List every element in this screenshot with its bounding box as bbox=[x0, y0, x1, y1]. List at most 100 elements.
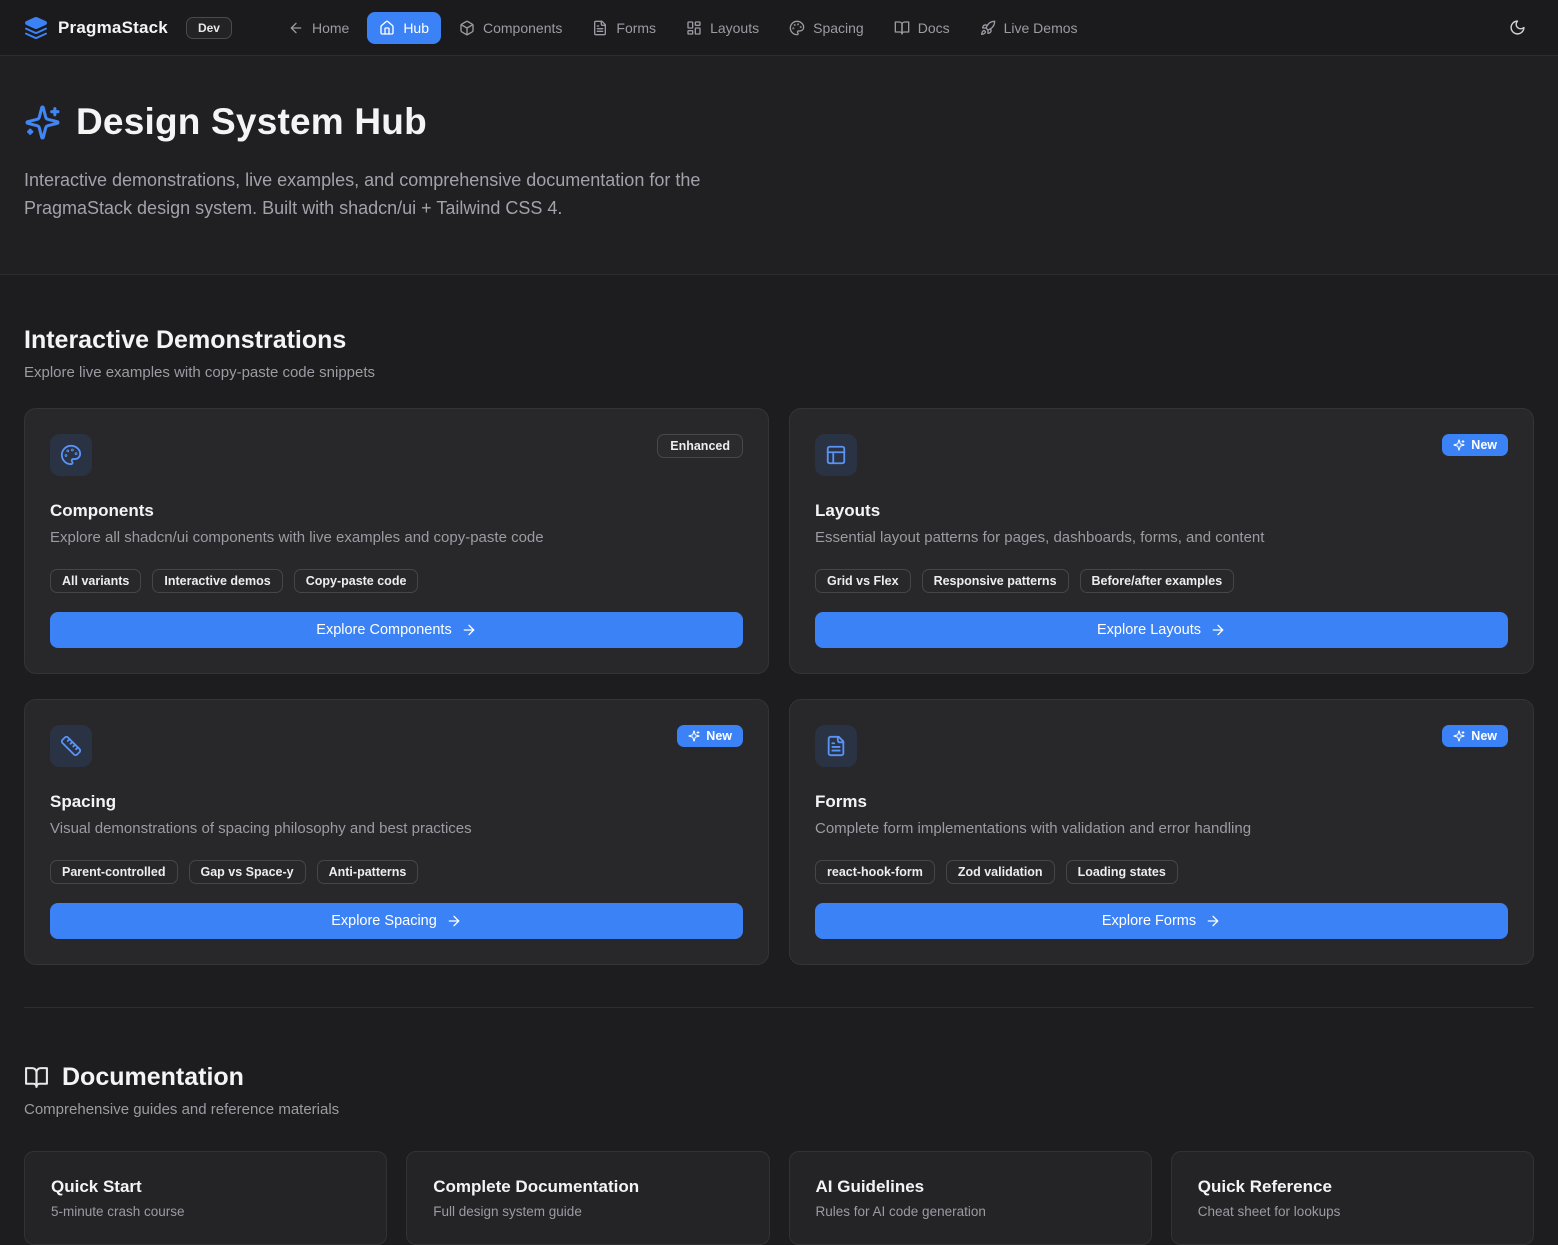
docs-card-grid: Quick Start 5-minute crash course Comple… bbox=[24, 1151, 1534, 1245]
nav-item-components[interactable]: Components bbox=[447, 12, 574, 44]
nav-item-label: Docs bbox=[918, 20, 950, 36]
nav-item-forms[interactable]: Forms bbox=[580, 12, 668, 44]
nav-item-home[interactable]: Home bbox=[276, 12, 361, 44]
docs-heading: Documentation bbox=[62, 1063, 244, 1092]
nav-item-spacing[interactable]: Spacing bbox=[777, 12, 876, 44]
card-title: Components bbox=[50, 501, 743, 521]
demo-card-spacing: New Spacing Visual demonstrations of spa… bbox=[24, 699, 769, 965]
doc-card-title: AI Guidelines bbox=[816, 1177, 1125, 1197]
card-description: Essential layout patterns for pages, das… bbox=[815, 529, 1508, 546]
sparkles-icon bbox=[1453, 730, 1465, 742]
palette-icon bbox=[60, 444, 82, 466]
components-card-icon-tile bbox=[50, 434, 92, 476]
nav-item-hub[interactable]: Hub bbox=[367, 12, 441, 44]
nav-item-label: Hub bbox=[403, 20, 429, 36]
card-description: Complete form implementations with valid… bbox=[815, 820, 1508, 837]
nav-item-label: Layouts bbox=[710, 20, 759, 36]
enhanced-badge: Enhanced bbox=[657, 434, 743, 458]
demo-card-forms: New Forms Complete form implementations … bbox=[789, 699, 1534, 965]
card-title: Spacing bbox=[50, 792, 743, 812]
arrow-right-icon bbox=[1210, 622, 1226, 638]
layers-logo-icon bbox=[24, 16, 48, 40]
tag: Before/after examples bbox=[1080, 569, 1235, 593]
button-label: Explore Forms bbox=[1102, 913, 1196, 929]
demos-section: Interactive Demonstrations Explore live … bbox=[24, 275, 1534, 965]
card-title: Layouts bbox=[815, 501, 1508, 521]
button-label: Explore Layouts bbox=[1097, 622, 1201, 638]
demo-card-grid: Enhanced Components Explore all shadcn/u… bbox=[24, 408, 1534, 965]
env-badge: Dev bbox=[186, 17, 232, 39]
new-badge: New bbox=[677, 725, 743, 747]
nav-item-label: Home bbox=[312, 20, 349, 36]
documentation-section: Documentation Comprehensive guides and r… bbox=[24, 1008, 1534, 1245]
page-description: Interactive demonstrations, live example… bbox=[24, 166, 759, 222]
doc-card-description: Full design system guide bbox=[433, 1204, 742, 1219]
sparkles-icon bbox=[24, 104, 61, 141]
badge-label: New bbox=[706, 729, 732, 743]
demo-card-components: Enhanced Components Explore all shadcn/u… bbox=[24, 408, 769, 674]
tag: Copy-paste code bbox=[294, 569, 419, 593]
tag: Loading states bbox=[1066, 860, 1178, 884]
nav-item-layouts[interactable]: Layouts bbox=[674, 12, 771, 44]
nav-item-label: Forms bbox=[616, 20, 656, 36]
home-icon bbox=[379, 20, 395, 36]
sparkles-icon bbox=[688, 730, 700, 742]
doc-card-title: Quick Reference bbox=[1198, 1177, 1507, 1197]
brand[interactable]: PragmaStack Dev bbox=[24, 16, 232, 40]
doc-card-description: Cheat sheet for lookups bbox=[1198, 1204, 1507, 1219]
arrow-right-icon bbox=[446, 913, 462, 929]
moon-icon bbox=[1509, 19, 1526, 36]
file-text-icon bbox=[825, 735, 847, 757]
book-open-icon bbox=[894, 20, 910, 36]
explore-components-button[interactable]: Explore Components bbox=[50, 612, 743, 648]
doc-card-complete-documentation[interactable]: Complete Documentation Full design syste… bbox=[406, 1151, 769, 1245]
panels-top-left-icon bbox=[825, 444, 847, 466]
forms-card-icon-tile bbox=[815, 725, 857, 767]
tag: All variants bbox=[50, 569, 141, 593]
tag: Gap vs Space-y bbox=[189, 860, 306, 884]
palette-icon bbox=[789, 20, 805, 36]
button-label: Explore Spacing bbox=[331, 913, 437, 929]
brand-name: PragmaStack bbox=[58, 18, 168, 38]
demos-subheading: Explore live examples with copy-paste co… bbox=[24, 364, 1534, 381]
demos-heading: Interactive Demonstrations bbox=[24, 326, 1534, 355]
page-title: Design System Hub bbox=[76, 101, 427, 143]
new-badge: New bbox=[1442, 725, 1508, 747]
doc-card-quick-start[interactable]: Quick Start 5-minute crash course bbox=[24, 1151, 387, 1245]
book-open-icon bbox=[24, 1065, 49, 1090]
doc-card-quick-reference[interactable]: Quick Reference Cheat sheet for lookups bbox=[1171, 1151, 1534, 1245]
nav-item-live-demos[interactable]: Live Demos bbox=[968, 12, 1090, 44]
explore-layouts-button[interactable]: Explore Layouts bbox=[815, 612, 1508, 648]
box-icon bbox=[459, 20, 475, 36]
explore-spacing-button[interactable]: Explore Spacing bbox=[50, 903, 743, 939]
tag: Zod validation bbox=[946, 860, 1055, 884]
tag: Responsive patterns bbox=[922, 569, 1069, 593]
file-text-icon bbox=[592, 20, 608, 36]
badge-label: New bbox=[1471, 729, 1497, 743]
nav-item-label: Live Demos bbox=[1004, 20, 1078, 36]
rocket-icon bbox=[980, 20, 996, 36]
arrow-right-icon bbox=[461, 622, 477, 638]
card-description: Visual demonstrations of spacing philoso… bbox=[50, 820, 743, 837]
doc-card-ai-guidelines[interactable]: AI Guidelines Rules for AI code generati… bbox=[789, 1151, 1152, 1245]
nav-item-docs[interactable]: Docs bbox=[882, 12, 962, 44]
tag: Anti-patterns bbox=[317, 860, 419, 884]
tag: Interactive demos bbox=[152, 569, 282, 593]
theme-toggle-button[interactable] bbox=[1501, 11, 1534, 44]
sparkles-icon bbox=[1453, 439, 1465, 451]
demo-card-layouts: New Layouts Essential layout patterns fo… bbox=[789, 408, 1534, 674]
badge-label: New bbox=[1471, 438, 1497, 452]
nav-links: Home Hub Components Forms Layouts Spacin… bbox=[276, 12, 1090, 44]
nav-item-label: Components bbox=[483, 20, 562, 36]
nav-item-label: Spacing bbox=[813, 20, 864, 36]
tag: react-hook-form bbox=[815, 860, 935, 884]
arrow-right-icon bbox=[1205, 913, 1221, 929]
card-description: Explore all shadcn/ui components with li… bbox=[50, 529, 743, 546]
card-title: Forms bbox=[815, 792, 1508, 812]
spacing-card-icon-tile bbox=[50, 725, 92, 767]
hero-section: Design System Hub Interactive demonstrat… bbox=[0, 56, 1558, 275]
tag: Grid vs Flex bbox=[815, 569, 911, 593]
explore-forms-button[interactable]: Explore Forms bbox=[815, 903, 1508, 939]
button-label: Explore Components bbox=[316, 622, 451, 638]
main-content: Interactive Demonstrations Explore live … bbox=[0, 275, 1558, 1245]
